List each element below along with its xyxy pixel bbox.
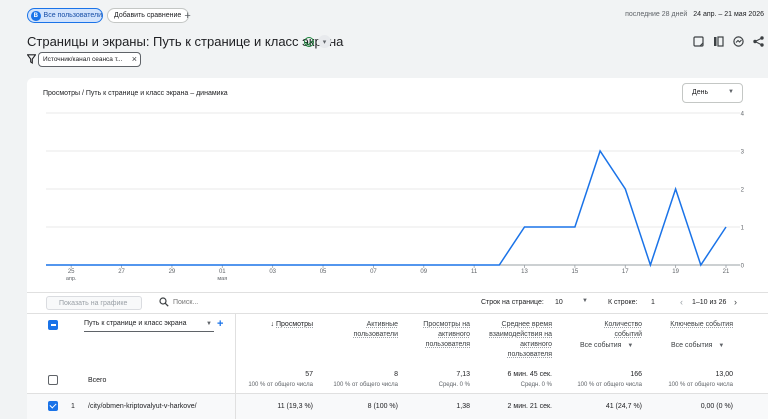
row-cell: 41 (24,7 %) [605, 403, 642, 410]
totals-value: 6 мин. 45 сек. [507, 371, 552, 378]
x-tick-label: 19 [672, 269, 679, 275]
row-index: 1 [71, 403, 75, 410]
totals-share: 100 % от общего числа [577, 382, 642, 388]
totals-value: 166 [630, 371, 642, 378]
totals-share: Средн. 0 % [520, 382, 552, 388]
column-divider [235, 313, 236, 399]
caret-down-icon: ▼ [718, 343, 725, 349]
caret-down-icon: ▼ [582, 298, 588, 304]
x-tick-sublabel: мая [217, 276, 227, 282]
page-range-label: 1–10 из 26 [692, 299, 727, 306]
goto-row-value: 1 [651, 299, 655, 306]
x-tick-label: 13 [521, 269, 528, 275]
dimension-select[interactable]: Путь к странице и класс экрана ▼ [84, 320, 214, 332]
y-tick-label: 2 [741, 188, 745, 194]
x-tick-label: 25 [68, 269, 75, 275]
y-tick-label: 3 [741, 150, 745, 156]
divider [27, 313, 768, 314]
totals-checkbox[interactable] [48, 375, 58, 385]
y-tick-label: 4 [741, 112, 745, 118]
column-label: Просмотры [276, 321, 313, 328]
rows-per-page-value: 10 [555, 299, 563, 306]
dimension-label: Путь к странице и класс экрана [84, 320, 187, 327]
x-tick-label: 15 [572, 269, 579, 275]
x-tick-label: 27 [118, 269, 125, 275]
x-tick-label: 03 [269, 269, 276, 275]
column-header-avg-engagement[interactable]: Среднее время взаимодействия на активног… [480, 320, 552, 360]
totals-value: 7,13 [456, 371, 470, 378]
x-tick-sublabel: апр. [66, 276, 77, 282]
caret-down-icon: ▼ [206, 321, 212, 327]
row-cell: 1,38 [456, 403, 470, 410]
totals-share: 100 % от общего числа [668, 382, 733, 388]
row-checkbox[interactable] [48, 401, 58, 411]
totals-value: 13,00 [715, 371, 733, 378]
row-page-path[interactable]: /city/obmen-kriptovalyut-v-harkove/ [88, 403, 197, 410]
caret-down-icon: ▼ [627, 343, 634, 349]
x-tick-label: 29 [169, 269, 176, 275]
search-icon [159, 297, 169, 307]
column-label: Ключевые события [670, 321, 733, 328]
column-header-event-count[interactable]: Количество событий [580, 320, 642, 340]
column-label: Активные пользователи [353, 321, 398, 338]
next-page-icon[interactable]: › [734, 297, 737, 307]
x-tick-label: 11 [471, 269, 478, 275]
search-input[interactable] [173, 296, 353, 309]
totals-share: Средн. 0 % [438, 382, 470, 388]
goto-row-label: К строке: [608, 299, 638, 306]
x-tick-label: 01 [219, 269, 226, 275]
event-select[interactable]: Все события ▼ [580, 342, 633, 349]
column-label: Просмотры на активного пользователя [423, 321, 470, 348]
event-select[interactable]: Все события ▼ [671, 342, 724, 349]
plot-rows-button[interactable]: Показать на графике [46, 296, 142, 310]
x-tick-label: 09 [420, 269, 427, 275]
row-cell: 8 (100 %) [367, 403, 398, 410]
column-header-active-users[interactable]: Активные пользователи [330, 320, 398, 340]
x-tick-label: 07 [370, 269, 377, 275]
row-cell: 11 (19,3 %) [277, 403, 313, 410]
totals-value: 57 [305, 371, 313, 378]
row-cell: 0,00 (0 %) [700, 403, 733, 410]
goto-row-input[interactable]: 1 [648, 296, 670, 309]
divider [27, 292, 768, 293]
plot-rows-label: Показать на графике [59, 300, 128, 307]
rows-per-page-select[interactable]: 10 ▼ [552, 296, 592, 309]
series-line [46, 149, 727, 268]
totals-share: 100 % от общего числа [333, 382, 398, 388]
add-dimension-button[interactable]: + [217, 318, 223, 330]
select-all-checkbox[interactable] [48, 320, 58, 330]
column-header-views[interactable]: ↓ Просмотры [240, 320, 313, 330]
totals-label: Всего [88, 377, 107, 384]
y-tick-label: 0 [741, 264, 745, 270]
totals-value: 8 [394, 371, 398, 378]
row-cell: 2 мин. 21 сек. [507, 403, 552, 410]
y-tick-label: 1 [741, 226, 745, 232]
event-select-value: Все события [671, 342, 713, 349]
column-header-views-per-user[interactable]: Просмотры на активного пользователя [410, 320, 470, 350]
totals-share: 100 % от общего числа [248, 382, 313, 388]
prev-page-icon[interactable]: ‹ [680, 297, 683, 307]
rows-per-page-label: Строк на странице: [481, 299, 544, 306]
column-label: Среднее время взаимодействия на активног… [489, 321, 552, 358]
column-divider [235, 394, 236, 419]
x-tick-label: 21 [723, 269, 730, 275]
x-tick-label: 05 [320, 269, 327, 275]
column-label: Количество событий [604, 321, 642, 338]
column-header-key-events[interactable]: Ключевые события [665, 320, 733, 330]
line-chart: 4321025апр.27 29 01мая03 05 07 09 11 13 15 17 19 21 [46, 112, 745, 282]
event-select-value: Все события [580, 342, 622, 349]
x-tick-label: 17 [622, 269, 629, 275]
